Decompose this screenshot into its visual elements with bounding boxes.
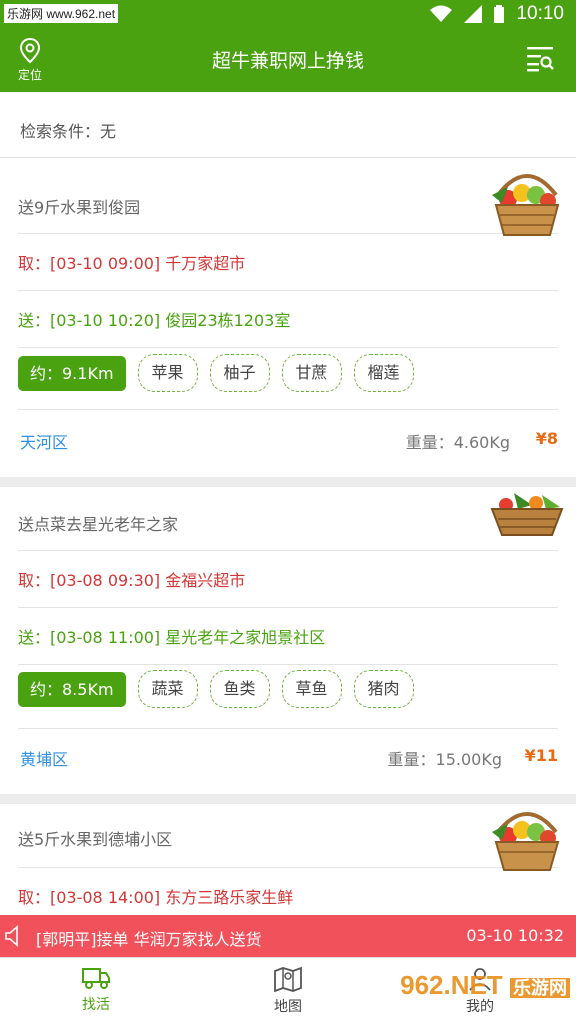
- page-title: 超牛兼职网上挣钱: [211, 50, 364, 72]
- speaker-icon: [5, 925, 18, 947]
- pickup-info: 取：[03-08 09:30] 金福兴超市: [18, 551, 558, 608]
- search-condition-label: 检索条件：: [20, 122, 101, 141]
- order-tags: 约：9.1Km 苹果 柚子 甘蔗 榴莲: [18, 354, 414, 392]
- signal-icon: [464, 5, 483, 23]
- fruit-basket-icon: [492, 174, 560, 236]
- goods-tag: 猪肉: [353, 670, 414, 708]
- weight-value: 15.00Kg: [435, 750, 502, 769]
- watermark-logo-sub: 乐游网: [510, 978, 570, 998]
- search-condition: 检索条件：无: [0, 92, 576, 158]
- goods-tag: 草鱼: [281, 670, 342, 708]
- goods-tag: 鱼类: [209, 670, 270, 708]
- tab-find-work[interactable]: 找活: [46, 966, 146, 1014]
- goods-tag: 柚子: [209, 354, 270, 392]
- order-title: 送9斤水果到俊园: [18, 159, 558, 234]
- card-divider: [0, 794, 576, 804]
- order-title: 送5斤水果到德埔小区: [18, 804, 558, 868]
- goods-tag: 榴莲: [353, 354, 414, 392]
- order-card[interactable]: 送5斤水果到德埔小区 取：[03-08 14:00] 东方三路乐家生鲜: [0, 804, 576, 915]
- notice-bar[interactable]: [郭明平]接单 华润万家找人送货 03-10 10:32: [0, 915, 576, 957]
- map-icon: [274, 966, 302, 993]
- pickup-info: 取：[03-08 14:00] 东方三路乐家生鲜: [18, 888, 294, 907]
- status-bar: 乐游网 www.962.net 10:10: [0, 0, 576, 30]
- order-tags: 约：8.5Km 蔬菜 鱼类 草鱼 猪肉: [18, 670, 414, 708]
- goods-tag: 甘蔗: [281, 354, 342, 392]
- order-card[interactable]: 送9斤水果到俊园 取：[03-10 09:00] 千万家超市 送：[03-10 …: [0, 159, 576, 477]
- weight-info: 重量：4.60Kg: [406, 429, 510, 453]
- filter-search-icon: [527, 47, 554, 72]
- tab-label: 地图: [274, 999, 302, 1015]
- filter-search-button[interactable]: [526, 44, 554, 76]
- order-card[interactable]: 送点菜去星光老年之家 取：[03-08 09:30] 金福兴超市 送：[03-0…: [0, 487, 576, 794]
- delivery-info: 送：[03-10 10:20] 俊园23栋1203室: [18, 291, 558, 348]
- order-title: 送点菜去星光老年之家: [18, 487, 558, 551]
- distance-badge: 约：8.5Km: [18, 671, 126, 707]
- pickup-info: 取：[03-10 09:00] 千万家超市: [18, 234, 558, 291]
- goods-tag: 苹果: [137, 354, 198, 392]
- tab-label: 找活: [82, 997, 110, 1013]
- clock: 10:10: [516, 3, 564, 24]
- watermark-logo-number: 962: [400, 970, 444, 1000]
- weight-label: 重量：: [387, 750, 436, 769]
- price: ¥8: [535, 429, 558, 448]
- watermark-text: 乐游网 www.962.net: [4, 4, 119, 23]
- weight-info: 重量：15.00Kg: [388, 746, 502, 770]
- card-divider: [0, 477, 576, 487]
- weight-label: 重量：: [405, 433, 454, 452]
- fruit-basket-icon: [492, 812, 560, 871]
- search-condition-value: 无: [100, 122, 117, 141]
- truck-icon: [82, 968, 110, 989]
- app-header: 定位 超牛兼职网上挣钱: [0, 30, 576, 92]
- tab-map[interactable]: 地图: [238, 966, 338, 1016]
- notice-time: 03-10 10:32: [466, 926, 564, 945]
- delivery-info: 送：[03-08 11:00] 星光老年之家旭景社区: [18, 608, 558, 665]
- wifi-icon: [430, 5, 453, 22]
- watermark-logo-suffix: .NET: [443, 970, 503, 1000]
- battery-icon: [494, 5, 505, 23]
- area-link[interactable]: 黄埔区: [20, 746, 68, 770]
- area-link[interactable]: 天河区: [20, 429, 68, 453]
- weight-value: 4.60Kg: [453, 433, 510, 452]
- vegetable-basket-icon: [490, 493, 564, 536]
- price: ¥11: [524, 746, 558, 765]
- watermark-logo: 962.NET 乐游网: [400, 970, 570, 1001]
- distance-badge: 约：9.1Km: [18, 355, 126, 391]
- goods-tag: 蔬菜: [137, 670, 198, 708]
- notice-message: [郭明平]接单 华润万家找人送货: [36, 930, 262, 949]
